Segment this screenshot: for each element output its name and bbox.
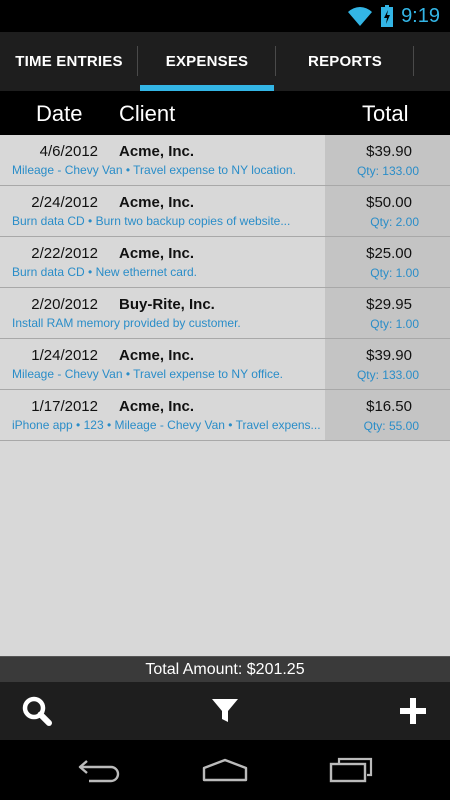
expense-row[interactable]: 4/6/2012 Acme, Inc. Mileage - Chevy Van … <box>0 135 450 186</box>
expense-description: Install RAM memory provided by customer. <box>12 316 241 330</box>
expense-description: Mileage - Chevy Van • Travel expense to … <box>12 163 296 177</box>
expense-qty: Qty: 1.00 <box>370 317 419 331</box>
expense-qty: Qty: 2.00 <box>370 215 419 229</box>
expense-date: 2/24/2012 <box>31 194 98 211</box>
column-header-total[interactable]: Total <box>362 101 408 127</box>
add-icon <box>400 698 426 724</box>
expense-total: $39.90 <box>366 347 412 364</box>
expense-client: Buy-Rite, Inc. <box>119 296 215 313</box>
expense-row[interactable]: 1/24/2012 Acme, Inc. Mileage - Chevy Van… <box>0 339 450 390</box>
status-bar: 9:19 <box>0 0 450 32</box>
expense-client: Acme, Inc. <box>119 245 195 262</box>
total-amount-bar: Total Amount: $201.25 <box>0 656 450 682</box>
expense-date: 4/6/2012 <box>39 143 98 160</box>
expense-qty: Qty: 133.00 <box>356 164 419 178</box>
expense-description: Burn data CD • New ethernet card. <box>12 265 197 279</box>
wifi-icon <box>348 7 373 26</box>
expense-row[interactable]: 2/22/2012 Acme, Inc. Burn data CD • New … <box>0 237 450 288</box>
add-expense-button[interactable] <box>378 682 448 740</box>
expense-total: $29.95 <box>366 296 412 313</box>
column-header: Date Client Total <box>0 91 450 135</box>
search-icon <box>22 696 52 726</box>
expense-client: Acme, Inc. <box>119 398 195 415</box>
expense-row[interactable]: 2/20/2012 Buy-Rite, Inc. Install RAM mem… <box>0 288 450 339</box>
expense-row[interactable]: 1/17/2012 Acme, Inc. iPhone app • 123 • … <box>0 390 450 441</box>
system-nav-bar <box>0 740 450 800</box>
tab-reports[interactable]: REPORTS <box>276 32 414 91</box>
filter-icon <box>212 699 238 722</box>
expense-list: 4/6/2012 Acme, Inc. Mileage - Chevy Van … <box>0 135 450 441</box>
expense-client: Acme, Inc. <box>119 347 195 364</box>
home-icon <box>202 758 248 782</box>
expense-date: 2/20/2012 <box>31 296 98 313</box>
expenses-screen: 9:19 TIME ENTRIES EXPENSES REPORTS Date … <box>0 0 450 800</box>
expense-date: 1/24/2012 <box>31 347 98 364</box>
home-button[interactable] <box>190 748 260 792</box>
battery-charging-icon <box>381 5 394 27</box>
tab-time-entries[interactable]: TIME ENTRIES <box>0 32 138 91</box>
expense-row[interactable]: 2/24/2012 Acme, Inc. Burn data CD • Burn… <box>0 186 450 237</box>
expense-total: $50.00 <box>366 194 412 211</box>
recent-apps-icon <box>329 757 373 783</box>
expense-client: Acme, Inc. <box>119 194 195 211</box>
back-button[interactable] <box>65 748 135 792</box>
expense-total: $16.50 <box>366 398 412 415</box>
search-button[interactable] <box>2 682 72 740</box>
bottom-action-bar <box>0 682 450 740</box>
status-clock: 9:19 <box>401 4 440 27</box>
expense-description: Mileage - Chevy Van • Travel expense to … <box>12 367 284 381</box>
tab-bar: TIME ENTRIES EXPENSES REPORTS <box>0 32 450 91</box>
expense-client: Acme, Inc. <box>119 143 195 160</box>
back-icon <box>78 760 120 783</box>
column-header-date[interactable]: Date <box>36 101 82 127</box>
expense-total: $39.90 <box>366 143 412 160</box>
expense-date: 1/17/2012 <box>31 398 98 415</box>
tab-expenses[interactable]: EXPENSES <box>138 32 276 91</box>
expense-qty: Qty: 1.00 <box>370 266 419 280</box>
expense-qty: Qty: 133.00 <box>356 368 419 382</box>
expense-description: iPhone app • 123 • Mileage - Chevy Van •… <box>12 418 321 432</box>
filter-button[interactable] <box>190 682 260 740</box>
expense-date: 2/22/2012 <box>31 245 98 262</box>
tab-label: TIME ENTRIES <box>15 53 123 70</box>
expense-description: Burn data CD • Burn two backup copies of… <box>12 214 291 228</box>
tab-label: EXPENSES <box>165 53 249 70</box>
column-header-client[interactable]: Client <box>119 101 175 127</box>
tab-label: REPORTS <box>308 53 382 70</box>
expense-total: $25.00 <box>366 245 412 262</box>
recent-apps-button[interactable] <box>316 748 386 792</box>
expense-qty: Qty: 55.00 <box>363 419 419 433</box>
tab-divider <box>413 46 414 76</box>
